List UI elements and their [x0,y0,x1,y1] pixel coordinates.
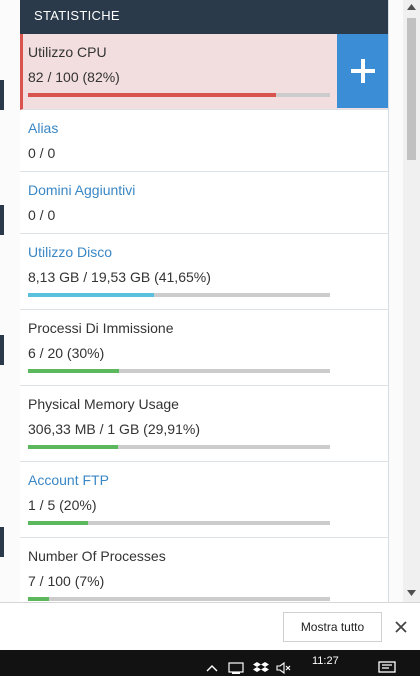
plus-icon [350,59,375,83]
progress-fill [28,93,276,97]
stat-item-alias[interactable]: Alias 0 / 0 [20,110,388,172]
stat-item-disk[interactable]: Utilizzo Disco 8,13 GB / 19,53 GB (41,65… [20,234,388,310]
progress-bar [28,521,330,525]
dropbox-icon[interactable] [253,660,269,676]
scroll-down-arrow-icon[interactable] [407,588,416,598]
notification-center-icon[interactable] [378,660,396,676]
left-page-edge [0,0,4,602]
stat-name[interactable]: Utilizzo Disco [28,243,380,261]
scrollbar-thumb[interactable] [407,18,416,160]
progress-fill [28,369,119,373]
statistics-panel: STATISTICHE Utilizzo CPU 82 / 100 (82%) … [20,0,389,602]
stat-item-cpu[interactable]: Utilizzo CPU 82 / 100 (82%) [20,34,388,110]
vertical-scrollbar[interactable] [403,0,420,602]
stat-name[interactable]: Domini Aggiuntivi [28,181,380,199]
show-all-button[interactable]: Mostra tutto [283,612,382,642]
stat-value: 0 / 0 [28,145,56,161]
expand-button[interactable] [337,34,388,108]
progress-fill [28,597,50,601]
browser-viewport: STATISTICHE Utilizzo CPU 82 / 100 (82%) … [0,0,420,602]
stat-name[interactable]: Account FTP [28,471,380,489]
stat-item-addon-domains[interactable]: Domini Aggiuntivi 0 / 0 [20,172,388,234]
progress-bar [28,597,330,601]
left-tab-marker [0,527,4,557]
stat-item-ftp[interactable]: Account FTP 1 / 5 (20%) [20,462,388,538]
progress-fill [28,293,154,297]
stat-value: 7 / 100 (7%) [28,573,105,589]
taskbar-clock[interactable]: 11:27 [312,655,339,667]
chevron-up-icon[interactable] [206,660,218,676]
progress-fill [28,445,119,449]
stat-name: Physical Memory Usage [28,396,179,412]
stat-value: 0 / 0 [28,207,56,223]
stat-name: Processi Di Immissione [28,320,174,336]
stat-name: Utilizzo CPU [28,44,107,60]
panel-header: STATISTICHE [20,0,388,34]
stat-name: Number Of Processes [28,548,166,564]
progress-fill [28,521,89,525]
stat-value: 6 / 20 (30%) [28,345,105,361]
stat-value: 8,13 GB / 19,53 GB (41,65%) [28,269,211,285]
scroll-up-arrow-icon[interactable] [407,2,416,12]
stat-value: 1 / 5 (20%) [28,497,97,513]
left-tab-marker [0,80,4,110]
speaker-muted-icon[interactable] [276,660,292,676]
close-icon[interactable] [392,618,410,636]
network-icon[interactable] [228,660,244,676]
stat-value: 82 / 100 (82%) [28,69,120,85]
left-tab-marker [0,335,4,365]
progress-bar [28,445,330,449]
stat-item-processes[interactable]: Number Of Processes 7 / 100 (7%) [20,538,388,602]
progress-bar [28,369,330,373]
windows-taskbar: 11:27 [0,650,420,676]
progress-bar [28,293,330,297]
stat-value: 306,33 MB / 1 GB (29,91%) [28,421,200,437]
progress-bar [28,93,330,97]
stat-item-memory[interactable]: Physical Memory Usage 306,33 MB / 1 GB (… [20,386,388,462]
left-tab-marker [0,205,4,235]
download-notification-bar: Mostra tutto [0,602,420,650]
stat-name[interactable]: Alias [28,119,380,137]
stat-item-entry-processes[interactable]: Processi Di Immissione 6 / 20 (30%) [20,310,388,386]
